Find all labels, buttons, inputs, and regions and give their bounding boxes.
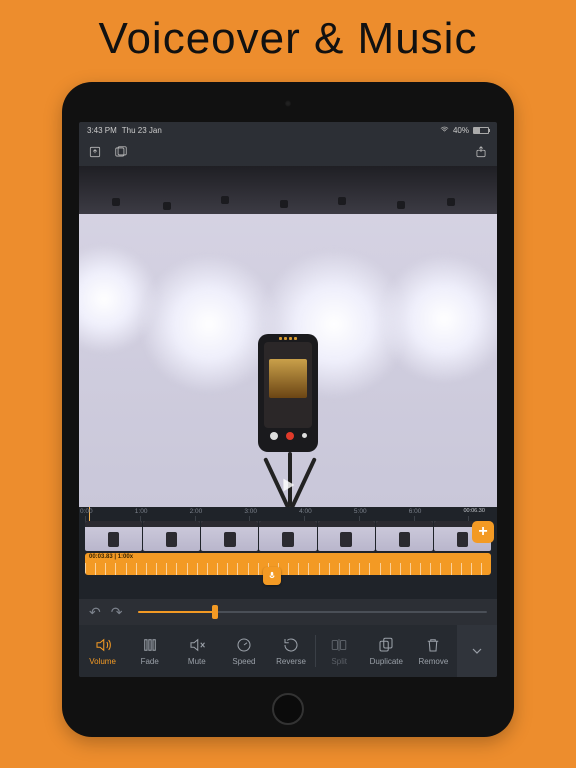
transport-bar: ↶ ↷	[79, 599, 497, 625]
tool-label: Reverse	[276, 657, 306, 666]
tool-remove[interactable]: Remove	[410, 625, 457, 677]
redo-button[interactable]: ↷	[111, 604, 123, 621]
collapse-toolrow-button[interactable]	[457, 625, 497, 677]
volume-slider[interactable]	[138, 611, 487, 613]
undo-button[interactable]: ↶	[89, 604, 101, 621]
status-date: Thu 23 Jan	[122, 126, 162, 135]
timeline: 0:00 1:00 2:00 3:00 4:00 5:00 6:00 00:06…	[79, 507, 497, 599]
home-button[interactable]	[272, 693, 304, 725]
play-button[interactable]	[277, 474, 299, 501]
tool-label: Remove	[419, 657, 449, 666]
video-clip-thumb[interactable]	[85, 521, 142, 551]
audio-track[interactable]: 00:03.83 | 1:00x	[79, 551, 497, 581]
tool-mute[interactable]: Mute	[173, 625, 220, 677]
tablet-device-frame: 3:43 PM Thu 23 Jan 40%	[62, 82, 514, 737]
video-clip-thumb[interactable]	[259, 521, 316, 551]
slider-knob[interactable]	[212, 605, 218, 619]
bottom-toolrow: Volume Fade Mute Speed Reverse	[79, 625, 497, 677]
ruler-tick: 2:00	[190, 508, 203, 515]
audio-clip-info: 00:03.83 | 1:00x	[89, 554, 133, 560]
time-ruler[interactable]: 0:00 1:00 2:00 3:00 4:00 5:00 6:00 00:06…	[79, 507, 497, 521]
tool-label: Fade	[141, 657, 159, 666]
status-bar: 3:43 PM Thu 23 Jan 40%	[79, 122, 497, 138]
ruler-tick: 6:00	[409, 508, 422, 515]
tool-label: Split	[331, 657, 347, 666]
wifi-icon	[440, 125, 449, 136]
video-clip-thumb[interactable]	[201, 521, 258, 551]
tool-label: Speed	[232, 657, 255, 666]
battery-percent: 40%	[453, 126, 469, 135]
library-button[interactable]	[113, 144, 129, 160]
tool-reverse[interactable]: Reverse	[268, 625, 315, 677]
ruler-tick: 1:00	[135, 508, 148, 515]
front-camera	[285, 100, 292, 107]
share-button[interactable]	[473, 144, 489, 160]
video-preview[interactable]	[79, 166, 497, 507]
tool-split[interactable]: Split	[316, 625, 363, 677]
battery-icon	[473, 127, 489, 134]
tool-duplicate[interactable]: Duplicate	[363, 625, 410, 677]
ruler-tick-end: 00:06.30	[463, 508, 484, 514]
video-track[interactable]: +	[79, 521, 497, 551]
app-screen: 3:43 PM Thu 23 Jan 40%	[79, 122, 497, 677]
import-media-button[interactable]	[87, 144, 103, 160]
ruler-tick: 0:00	[80, 508, 93, 515]
video-clip-thumb[interactable]	[143, 521, 200, 551]
headline: Voiceover & Music	[99, 14, 478, 64]
voiceover-clip[interactable]: 00:03.83 | 1:00x	[85, 553, 491, 575]
add-clip-button[interactable]: +	[472, 521, 494, 543]
video-clip-thumb[interactable]	[318, 521, 375, 551]
status-time: 3:43 PM	[87, 126, 117, 135]
tool-label: Duplicate	[370, 657, 403, 666]
ruler-tick: 3:00	[244, 508, 257, 515]
video-clip-thumb[interactable]	[376, 521, 433, 551]
tool-speed[interactable]: Speed	[220, 625, 267, 677]
tool-volume[interactable]: Volume	[79, 625, 126, 677]
top-toolbar	[79, 138, 497, 166]
voiceover-record-handle[interactable]	[263, 567, 281, 585]
tool-label: Volume	[89, 657, 116, 666]
tool-label: Mute	[188, 657, 206, 666]
tool-fade[interactable]: Fade	[126, 625, 173, 677]
ruler-tick: 4:00	[299, 508, 312, 515]
ruler-tick: 5:00	[354, 508, 367, 515]
